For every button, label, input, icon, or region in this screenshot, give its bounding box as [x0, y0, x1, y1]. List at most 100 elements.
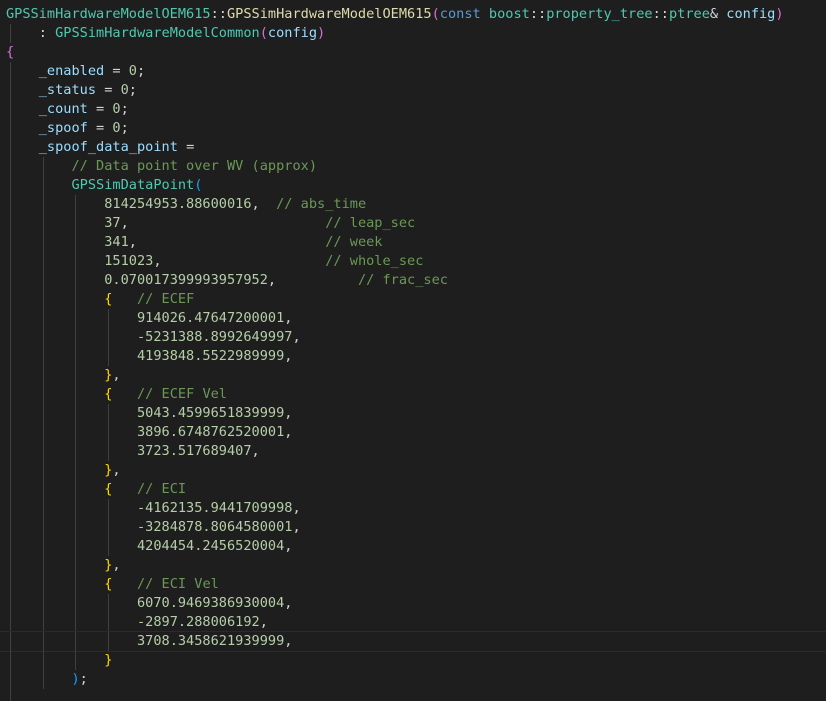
- indent-guide: [75, 271, 77, 290]
- indent-guide: [75, 480, 77, 499]
- code-line[interactable]: }: [0, 651, 826, 670]
- code-line[interactable]: },: [0, 366, 826, 385]
- indent-guide: [10, 689, 12, 701]
- code-line[interactable]: _count = 0;: [0, 100, 826, 119]
- code-line[interactable]: 3723.517689407,: [0, 442, 826, 461]
- indent-guide: [75, 651, 77, 670]
- indent-guide: [108, 309, 110, 328]
- code-line[interactable]: {: [0, 43, 826, 62]
- code-token: 4193848.5522989999: [136, 348, 285, 364]
- code-token: 0: [120, 82, 129, 98]
- indent-guide: [75, 518, 77, 537]
- code-line[interactable]: // Data point over WV (approx): [0, 157, 826, 176]
- code-line[interactable]: : GPSSimHardwareModelCommon(config): [0, 24, 826, 43]
- code-line[interactable]: -4162135.9441709998,: [0, 499, 826, 518]
- indent-guide: [75, 195, 77, 214]
- code-line[interactable]: );: [0, 670, 826, 689]
- code-token: ::: [529, 6, 547, 22]
- code-token: // whole_sec: [325, 253, 424, 269]
- code-token: 3708.3458621939999: [136, 633, 285, 649]
- indent-guide: [10, 290, 12, 309]
- code-line[interactable]: { // ECEF Vel: [0, 385, 826, 404]
- code-token: // Data point over WV (approx): [71, 158, 318, 174]
- code-line[interactable]: { // ECEF: [0, 290, 826, 309]
- code-token: ,: [112, 367, 121, 383]
- code-token: 814254953.88600016: [104, 196, 252, 212]
- code-line[interactable]: [0, 689, 826, 701]
- indent-guide: [10, 119, 12, 138]
- code-line[interactable]: { // ECI: [0, 480, 826, 499]
- code-line[interactable]: 5043.4599651839999,: [0, 404, 826, 423]
- indent-guide: [108, 613, 110, 632]
- code-line[interactable]: _spoof = 0;: [0, 119, 826, 138]
- code-token: _spoof: [38, 120, 88, 136]
- indent-guide: [10, 100, 12, 119]
- code-line[interactable]: _enabled = 0;: [0, 62, 826, 81]
- code-line[interactable]: -2897.288006192,: [0, 613, 826, 632]
- code-line[interactable]: 0.070017399993957952, // frac_sec: [0, 271, 826, 290]
- code-line[interactable]: 4193848.5522989999,: [0, 347, 826, 366]
- indent-guide: [75, 613, 77, 632]
- code-token: 5043.4599651839999: [136, 405, 285, 421]
- code-token: -3284878.8064580001: [136, 519, 293, 535]
- code-line[interactable]: 37, // leap_sec: [0, 214, 826, 233]
- code-line[interactable]: GPSSimHardwareModelOEM615::GPSSimHardwar…: [0, 5, 826, 24]
- code-token: (: [431, 6, 440, 22]
- code-token: =: [87, 120, 113, 136]
- code-token: ::: [652, 6, 669, 22]
- code-line[interactable]: _status = 0;: [0, 81, 826, 100]
- code-line[interactable]: 341, // week: [0, 233, 826, 252]
- indent-guide: [42, 499, 44, 518]
- code-line[interactable]: -3284878.8064580001,: [0, 518, 826, 537]
- indent-guide: [108, 594, 110, 613]
- code-token: &: [709, 6, 727, 22]
- indent-guide: [108, 537, 110, 556]
- code-token: ;: [128, 82, 137, 98]
- code-line[interactable]: 3708.3458621939999,: [0, 631, 826, 652]
- code-token: _spoof_data_point: [38, 139, 178, 155]
- code-line[interactable]: 4204454.2456520004,: [0, 537, 826, 556]
- code-token: // ECI: [136, 481, 187, 497]
- code-token: 341: [104, 234, 129, 250]
- indent-guide: [10, 176, 12, 195]
- code-line[interactable]: },: [0, 556, 826, 575]
- code-token: _enabled: [38, 63, 105, 79]
- code-token: ;: [79, 671, 88, 687]
- indent-guide: [75, 214, 77, 233]
- indent-guide: [10, 518, 12, 537]
- code-line[interactable]: 914026.47647200001,: [0, 309, 826, 328]
- code-token: ;: [136, 63, 146, 79]
- code-token: ,: [292, 329, 301, 345]
- code-editor[interactable]: GPSSimHardwareModelOEM615::GPSSimHardwar…: [0, 0, 826, 701]
- indent-guide: [108, 328, 110, 347]
- code-line[interactable]: 6070.9469386930004,: [0, 594, 826, 613]
- code-line[interactable]: 814254953.88600016, // abs_time: [0, 195, 826, 214]
- code-line[interactable]: -5231388.8992649997,: [0, 328, 826, 347]
- code-line[interactable]: _spoof_data_point =: [0, 138, 826, 157]
- code-token: 0: [112, 120, 121, 136]
- code-line[interactable]: GPSSimDataPoint(: [0, 176, 826, 195]
- code-token: ,: [112, 462, 121, 478]
- code-token: 0: [112, 101, 121, 117]
- code-token: ,: [284, 633, 293, 649]
- indent-guide: [75, 537, 77, 556]
- code-line[interactable]: { // ECI Vel: [0, 575, 826, 594]
- indent-guide: [75, 423, 77, 442]
- code-token: =: [96, 82, 121, 98]
- code-line[interactable]: },: [0, 461, 826, 480]
- code-line[interactable]: 151023, // whole_sec: [0, 252, 826, 271]
- code-token: =: [87, 101, 113, 117]
- code-line[interactable]: 3896.6748762520001,: [0, 423, 826, 442]
- code-token: ,: [292, 519, 301, 535]
- code-token: ,: [251, 443, 260, 459]
- indent-guide: [75, 347, 77, 366]
